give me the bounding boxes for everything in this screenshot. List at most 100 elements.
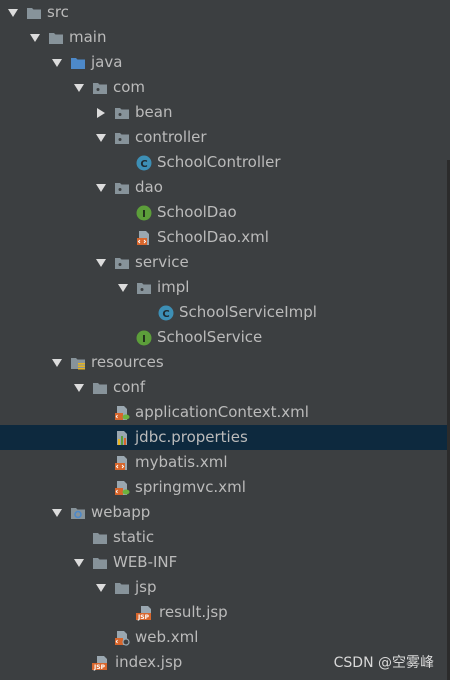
package-icon [114, 105, 130, 121]
arrow-spacer [117, 225, 129, 250]
tree-node-resources[interactable]: resources [0, 350, 450, 375]
package-icon [136, 280, 152, 296]
xml-file-icon [136, 230, 152, 246]
tree-node-label: java [91, 53, 123, 71]
tree-node-applicationcontext-xml[interactable]: applicationContext.xml [0, 400, 450, 425]
expanded-arrow-icon[interactable] [73, 375, 85, 400]
tree-node-java[interactable]: java [0, 50, 450, 75]
tree-node-schoolservice[interactable]: I SchoolService [0, 325, 450, 350]
expanded-arrow-icon[interactable] [73, 550, 85, 575]
expanded-arrow-icon[interactable] [51, 500, 63, 525]
expanded-arrow-icon[interactable] [95, 125, 107, 150]
tree-node-label: src [47, 3, 69, 21]
web-xml-icon [114, 630, 130, 646]
tree-node-label: result.jsp [159, 603, 228, 621]
expanded-arrow-icon[interactable] [73, 75, 85, 100]
tree-node-jdbc-properties[interactable]: jdbc.properties [0, 425, 450, 450]
expanded-arrow-icon[interactable] [95, 250, 107, 275]
project-tree: src main java com bean controller C SchoolContr… [0, 0, 450, 675]
arrow-spacer [95, 400, 107, 425]
package-icon [92, 80, 108, 96]
resources-folder-icon [70, 355, 86, 371]
tree-node-label: webapp [91, 503, 151, 521]
tree-node-mybatis-xml[interactable]: mybatis.xml [0, 450, 450, 475]
tree-node-schooldao[interactable]: I SchoolDao [0, 200, 450, 225]
arrow-spacer [95, 425, 107, 450]
watermark: CSDN @空雾峰 [333, 655, 434, 671]
tree-node-result-jsp[interactable]: JSP result.jsp [0, 600, 450, 625]
tree-node-label: index.jsp [115, 653, 183, 671]
tree-node-jsp[interactable]: jsp [0, 575, 450, 600]
tree-node-src[interactable]: src [0, 0, 450, 25]
tree-node-dao[interactable]: dao [0, 175, 450, 200]
expanded-arrow-icon[interactable] [117, 275, 129, 300]
web-folder-icon [70, 505, 86, 521]
interface-icon: I [136, 205, 152, 221]
tree-node-webapp[interactable]: webapp [0, 500, 450, 525]
tree-node-conf[interactable]: conf [0, 375, 450, 400]
tree-node-schoolserviceimpl[interactable]: C SchoolServiceImpl [0, 300, 450, 325]
tree-node-schoolcontroller[interactable]: C SchoolController [0, 150, 450, 175]
arrow-spacer [73, 650, 85, 675]
jsp-file-icon: JSP [136, 605, 154, 621]
expanded-arrow-icon[interactable] [95, 575, 107, 600]
tree-node-label: service [135, 253, 189, 271]
tree-node-static[interactable]: static [0, 525, 450, 550]
xml-file-icon [114, 455, 130, 471]
folder-icon [92, 530, 108, 546]
tree-node-service[interactable]: service [0, 250, 450, 275]
expanded-arrow-icon[interactable] [51, 350, 63, 375]
tree-node-label: SchoolController [157, 153, 281, 171]
tree-node-controller[interactable]: controller [0, 125, 450, 150]
arrow-spacer [117, 600, 129, 625]
expanded-arrow-icon[interactable] [29, 25, 41, 50]
tree-node-label: main [69, 28, 107, 46]
tree-node-label: bean [135, 103, 173, 121]
package-icon [114, 130, 130, 146]
folder-icon [114, 580, 130, 596]
tree-node-label: dao [135, 178, 163, 196]
tree-node-label: controller [135, 128, 207, 146]
spring-xml-icon [114, 480, 130, 496]
tree-node-schooldao-xml[interactable]: SchoolDao.xml [0, 225, 450, 250]
tree-node-label: WEB-INF [113, 553, 178, 571]
tree-node-label: impl [157, 278, 190, 296]
class-icon: C [158, 305, 174, 321]
jsp-file-icon: JSP [92, 655, 110, 671]
arrow-spacer [117, 325, 129, 350]
tree-node-bean[interactable]: bean [0, 100, 450, 125]
tree-node-label: conf [113, 378, 146, 396]
folder-icon [92, 380, 108, 396]
collapsed-arrow-icon[interactable] [95, 100, 107, 125]
tree-node-label: mybatis.xml [135, 453, 228, 471]
class-icon: C [136, 155, 152, 171]
package-icon [114, 180, 130, 196]
expanded-arrow-icon[interactable] [95, 175, 107, 200]
tree-node-label: SchoolServiceImpl [179, 303, 317, 321]
svg-text:C: C [140, 159, 147, 170]
properties-file-icon [114, 430, 130, 446]
arrow-spacer [117, 150, 129, 175]
spring-xml-icon [114, 405, 130, 421]
expanded-arrow-icon[interactable] [51, 50, 63, 75]
tree-node-main[interactable]: main [0, 25, 450, 50]
svg-text:I: I [142, 334, 146, 345]
arrow-spacer [95, 450, 107, 475]
tree-node-label: springmvc.xml [135, 478, 246, 496]
interface-icon: I [136, 330, 152, 346]
tree-node-label: applicationContext.xml [135, 403, 309, 421]
tree-node-web-inf[interactable]: WEB-INF [0, 550, 450, 575]
tree-node-label: resources [91, 353, 164, 371]
tree-node-com[interactable]: com [0, 75, 450, 100]
folder-icon [48, 30, 64, 46]
tree-node-label: jsp [135, 578, 157, 596]
tree-node-label: jdbc.properties [135, 428, 248, 446]
svg-text:C: C [162, 309, 169, 320]
arrow-spacer [73, 525, 85, 550]
tree-node-springmvc-xml[interactable]: springmvc.xml [0, 475, 450, 500]
tree-node-web-xml[interactable]: web.xml [0, 625, 450, 650]
expanded-arrow-icon[interactable] [7, 0, 19, 25]
tree-node-label: static [113, 528, 155, 546]
tree-node-label: com [113, 78, 146, 96]
tree-node-impl[interactable]: impl [0, 275, 450, 300]
